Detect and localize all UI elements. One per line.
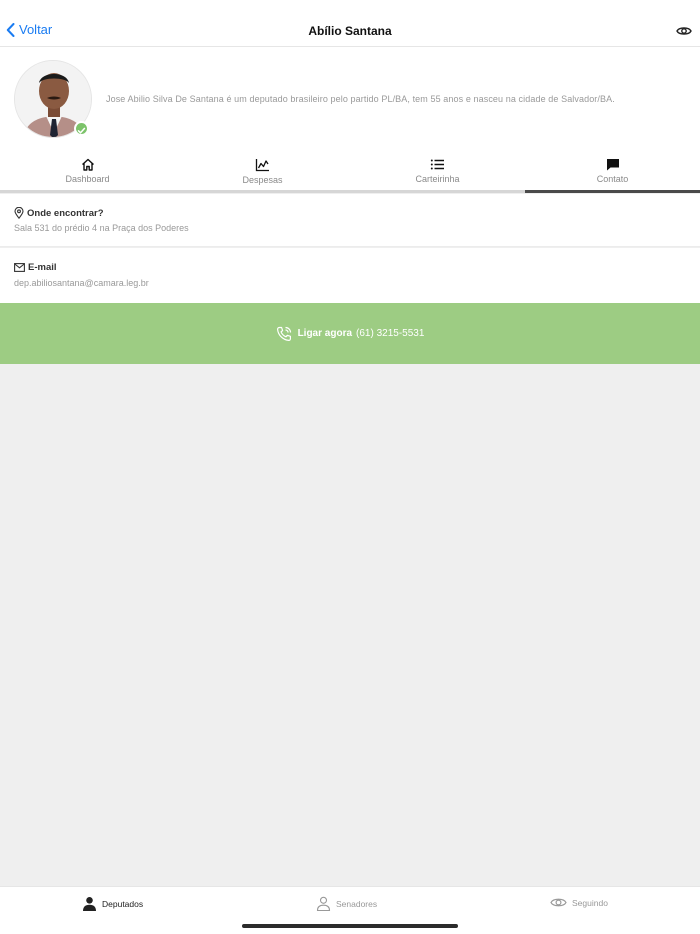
tab-label: Carteirinha <box>415 174 460 184</box>
bottom-tab-senadores[interactable]: Senadores <box>316 896 377 911</box>
email-title-row: E-mail <box>14 262 57 273</box>
tab-label: Contato <box>596 174 629 184</box>
email-value[interactable]: dep.abiliosantana@camara.leg.br <box>14 278 149 288</box>
section-tabs: Dashboard Despesas Carteirinha Contato <box>0 151 700 193</box>
bottom-tab-seguindo[interactable]: Seguindo <box>550 896 608 909</box>
location-title: Onde encontrar? <box>27 207 104 219</box>
bottom-tab-deputados[interactable]: Deputados <box>82 896 143 911</box>
eye-icon <box>550 898 567 907</box>
email-card: E-mail dep.abiliosantana@camara.leg.br <box>0 248 700 303</box>
call-now-button[interactable]: Ligar agora (61) 3215-5531 <box>0 303 700 364</box>
tab-contato[interactable]: Contato <box>525 151 700 193</box>
tab-carteirinha[interactable]: Carteirinha <box>350 151 525 193</box>
home-icon <box>81 158 94 171</box>
chat-icon <box>606 159 619 171</box>
phone-number: (61) 3215-5531 <box>356 328 425 339</box>
location-title-row: Onde encontrar? <box>14 207 104 219</box>
list-icon <box>430 159 444 170</box>
verified-badge <box>74 121 89 136</box>
tab-despesas[interactable]: Despesas <box>175 151 350 193</box>
navigation-bar: Voltar Abílio Santana <box>0 0 700 47</box>
person-outline-icon <box>316 896 331 911</box>
check-icon <box>77 127 86 134</box>
mail-icon <box>14 263 25 272</box>
bottom-tab-label: Seguindo <box>572 897 608 908</box>
profile-header: Jose Abilio Silva De Santana é um deputa… <box>0 47 700 151</box>
person-icon <box>83 897 96 911</box>
tab-label: Dashboard <box>65 174 110 184</box>
email-title: E-mail <box>28 262 57 273</box>
map-pin-icon <box>14 207 24 219</box>
follow-eye-button[interactable] <box>676 24 692 42</box>
home-indicator <box>242 924 458 928</box>
location-value: Sala 531 do prédio 4 na Praça dos Podere… <box>14 223 189 233</box>
tab-dashboard[interactable]: Dashboard <box>0 151 175 193</box>
avatar-container <box>14 60 92 138</box>
page-title: Abílio Santana <box>308 24 392 38</box>
profile-bio: Jose Abilio Silva De Santana é um deputa… <box>106 94 615 104</box>
location-card: Onde encontrar? Sala 531 do prédio 4 na … <box>0 194 700 247</box>
call-label: Ligar agora <box>297 328 353 339</box>
eye-icon <box>676 27 692 35</box>
phone-call-icon <box>276 326 291 341</box>
bottom-tab-label: Senadores <box>336 898 378 909</box>
bottom-tab-label: Deputados <box>102 898 144 909</box>
chart-icon <box>255 159 269 172</box>
tab-label: Despesas <box>242 175 283 185</box>
